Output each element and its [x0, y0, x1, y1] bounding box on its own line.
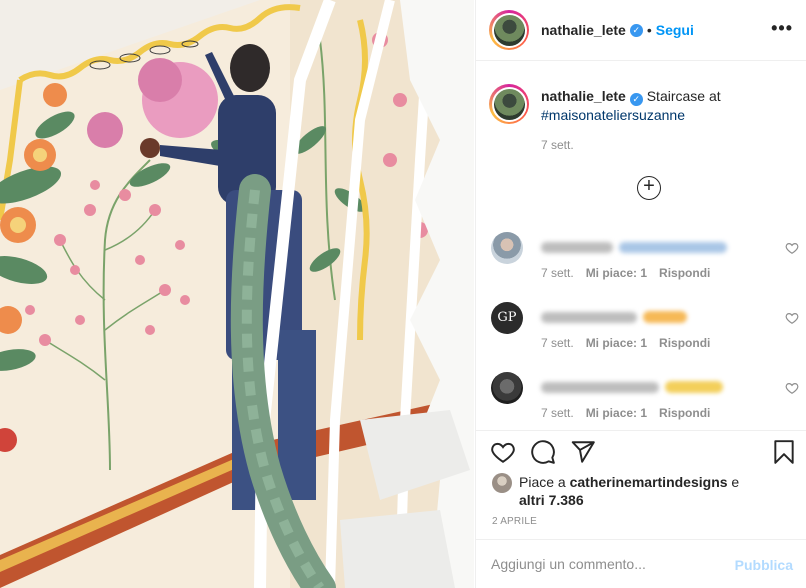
commenter-avatar[interactable]: GP	[491, 302, 523, 334]
separator-dot: •	[646, 22, 652, 38]
comment-text-redacted	[541, 308, 687, 324]
comments-list[interactable]: nathalie_lete ✓ Staircase at #maisonateli…	[476, 62, 806, 430]
like-heart-icon[interactable]	[490, 439, 516, 465]
comment-item: GP 7 sett. Mi piace: 1 Rispondi	[489, 302, 799, 362]
comment-likes[interactable]: Mi piace: 1	[586, 406, 647, 420]
verified-badge-icon: ✓	[629, 93, 643, 106]
author-avatar[interactable]	[489, 10, 529, 50]
comment-text-redacted	[541, 378, 723, 394]
comment-reply-button[interactable]: Rispondi	[659, 266, 710, 280]
more-options-icon[interactable]: •••	[771, 18, 793, 39]
comment-like-heart-icon[interactable]	[785, 241, 799, 255]
share-paper-plane-icon[interactable]	[570, 439, 596, 465]
comment-like-heart-icon[interactable]	[785, 311, 799, 325]
follow-button[interactable]: Segui	[656, 22, 694, 38]
likes-conjunction: e	[731, 474, 740, 490]
liker-username[interactable]: catherinemartindesigns	[570, 474, 728, 490]
comment-reply-button[interactable]: Rispondi	[659, 336, 710, 350]
liker-avatar[interactable]	[492, 473, 512, 493]
commenter-avatar[interactable]	[491, 372, 523, 404]
comment-time[interactable]: 7 sett.	[541, 406, 574, 420]
comment-item: 7 sett. Mi piace: 1 Rispondi	[489, 372, 799, 430]
add-circle-icon[interactable]: +	[637, 176, 661, 200]
likes-text: Piace a catherinemartindesigns e altri 7…	[519, 473, 779, 509]
post-actions: Piace a catherinemartindesigns e altri 7…	[476, 430, 806, 539]
author-username[interactable]: nathalie_lete	[541, 22, 626, 38]
post-photo[interactable]	[0, 0, 474, 588]
caption-avatar[interactable]	[489, 84, 529, 124]
caption-body: Staircase at	[646, 88, 721, 104]
post-side-panel: nathalie_lete ✓ • Segui ••• nathalie_let…	[475, 0, 806, 588]
comment-likes[interactable]: Mi piace: 1	[586, 266, 647, 280]
comment-meta: 7 sett. Mi piace: 1 Rispondi	[541, 266, 710, 280]
caption-timestamp[interactable]: 7 sett.	[541, 138, 574, 152]
post-date[interactable]: 2 APRILE	[492, 516, 537, 527]
publish-button[interactable]: Pubblica	[735, 557, 793, 573]
likes-prefix: Piace a	[519, 474, 566, 490]
comment-meta: 7 sett. Mi piace: 1 Rispondi	[541, 336, 710, 350]
comment-bubble-icon[interactable]	[530, 439, 556, 465]
mural-staircase-image	[0, 0, 474, 588]
save-bookmark-icon[interactable]	[771, 439, 797, 465]
add-comment-bar: Pubblica	[476, 539, 806, 588]
comment-likes[interactable]: Mi piace: 1	[586, 336, 647, 350]
caption-text: nathalie_lete ✓ Staircase at #maisonateli…	[541, 87, 771, 125]
likes-others-link[interactable]: altri 7.386	[519, 492, 584, 508]
comment-item: 7 sett. Mi piace: 1 Rispondi	[489, 232, 799, 292]
comment-meta: 7 sett. Mi piace: 1 Rispondi	[541, 406, 710, 420]
post-header: nathalie_lete ✓ • Segui •••	[476, 0, 806, 61]
verified-badge-icon: ✓	[629, 23, 643, 37]
caption-username[interactable]: nathalie_lete	[541, 88, 626, 104]
comment-text-redacted	[541, 238, 727, 253]
comment-input[interactable]	[491, 552, 711, 576]
comment-time[interactable]: 7 sett.	[541, 266, 574, 280]
comment-like-heart-icon[interactable]	[785, 381, 799, 395]
commenter-avatar[interactable]	[491, 232, 523, 264]
comment-reply-button[interactable]: Rispondi	[659, 406, 710, 420]
caption-hashtag[interactable]: #maisonateliersuzanne	[541, 107, 685, 123]
comment-time[interactable]: 7 sett.	[541, 336, 574, 350]
